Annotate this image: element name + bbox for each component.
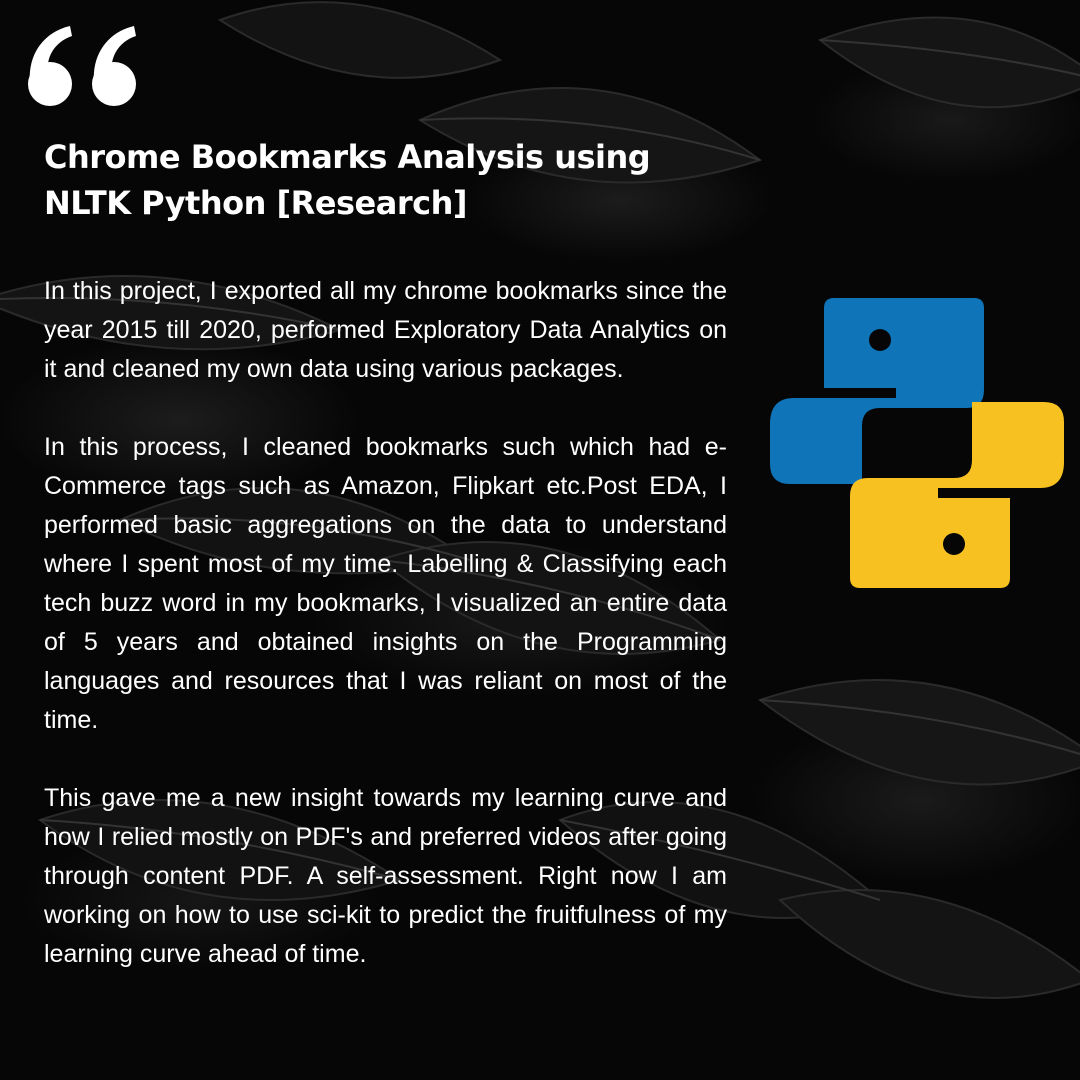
post-title: Chrome Bookmarks Analysis using NLTK Pyt… <box>44 134 744 226</box>
body-paragraph-insight: This gave me a new insight towards my le… <box>44 784 727 968</box>
post-canvas: Chrome Bookmarks Analysis using NLTK Pyt… <box>0 0 1080 1080</box>
post-title-line-2: NLTK Python [Research] <box>44 184 468 222</box>
body-paragraph-process: In this process, I cleaned bookmarks suc… <box>44 433 727 734</box>
quote-icon <box>28 26 136 106</box>
post-title-line-1: Chrome Bookmarks Analysis using <box>44 138 651 176</box>
post-body: In this project, I exported all my chrom… <box>44 272 727 1013</box>
body-paragraph-intro: In this project, I exported all my chrom… <box>44 277 727 383</box>
python-logo-icon <box>770 298 1064 588</box>
